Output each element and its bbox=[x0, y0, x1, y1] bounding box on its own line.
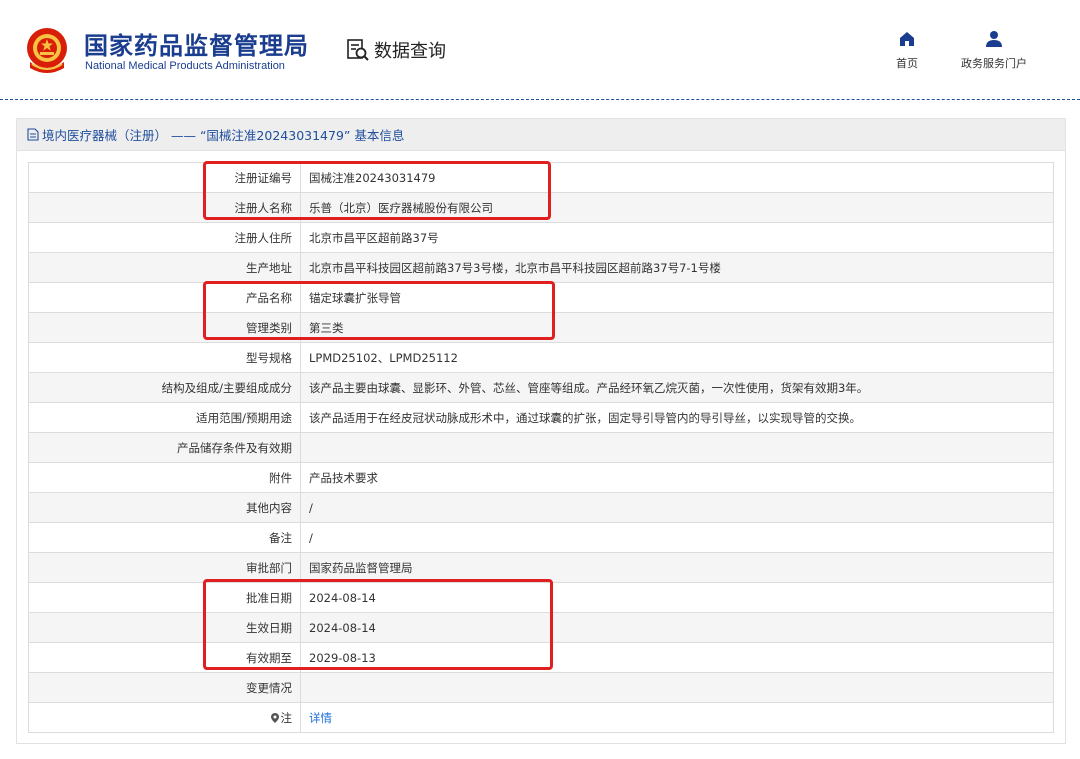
row-key: 产品储存条件及有效期 bbox=[28, 432, 301, 463]
org-name-en: National Medical Products Administration bbox=[85, 60, 285, 72]
row-value: 锚定球囊扩张导管 bbox=[300, 282, 1054, 313]
row-value: LPMD25102、LPMD25112 bbox=[300, 342, 1054, 373]
table-row: 型号规格 LPMD25102、LPMD25112 bbox=[28, 342, 1054, 373]
row-key: 管理类别 bbox=[28, 312, 301, 343]
panel-title-text: 境内医疗器械（注册） —— “国械注准20243031479” 基本信息 bbox=[42, 128, 405, 143]
row-key: 产品名称 bbox=[28, 282, 301, 313]
row-key-note: 注 bbox=[28, 702, 301, 733]
row-key: 审批部门 bbox=[28, 552, 301, 583]
row-value: 2024-08-14 bbox=[300, 582, 1054, 613]
table-row: 变更情况 bbox=[28, 672, 1054, 703]
home-icon bbox=[900, 32, 914, 46]
table-row: 批准日期 2024-08-14 bbox=[28, 582, 1054, 613]
row-key: 附件 bbox=[28, 462, 301, 493]
row-value: 国家药品监督管理局 bbox=[300, 552, 1054, 583]
document-search-icon bbox=[347, 39, 369, 61]
pin-icon bbox=[270, 712, 279, 723]
row-key: 注册人名称 bbox=[28, 192, 301, 223]
table-row: 有效期至 2029-08-13 bbox=[28, 642, 1054, 673]
table-row: 附件 产品技术要求 bbox=[28, 462, 1054, 493]
row-value: 第三类 bbox=[300, 312, 1054, 343]
row-key: 注册证编号 bbox=[28, 162, 301, 193]
row-key: 型号规格 bbox=[28, 342, 301, 373]
row-value: / bbox=[300, 522, 1054, 553]
document-icon bbox=[27, 128, 39, 141]
table-row: 结构及组成/主要组成成分 该产品主要由球囊、显影环、外管、芯丝、管座等组成。产品经… bbox=[28, 372, 1054, 403]
table-row: 生产地址 北京市昌平科技园区超前路37号3号楼，北京市昌平科技园区超前路37号7-… bbox=[28, 252, 1054, 283]
row-key: 适用范围/预期用途 bbox=[28, 402, 301, 433]
table-row: 注册人住所 北京市昌平区超前路37号 bbox=[28, 222, 1054, 253]
nav-gov-label: 政务服务门户 bbox=[961, 57, 1027, 70]
detail-panel: 境内医疗器械（注册） —— “国械注准20243031479” 基本信息 注册证… bbox=[16, 118, 1066, 744]
row-value: 该产品适用于在经皮冠状动脉成形术中，通过球囊的扩张，固定导引导管内的导引导丝，以… bbox=[300, 402, 1054, 433]
row-key-note-label: 注 bbox=[280, 710, 293, 725]
table-row: 注册人名称 乐普（北京）医疗器械股份有限公司 bbox=[28, 192, 1054, 223]
table-row: 备注 / bbox=[28, 522, 1054, 553]
row-key: 生产地址 bbox=[28, 252, 301, 283]
table-row: 生效日期 2024-08-14 bbox=[28, 612, 1054, 643]
user-icon bbox=[986, 31, 1002, 47]
table-row: 产品储存条件及有效期 bbox=[28, 432, 1054, 463]
row-key: 结构及组成/主要组成成分 bbox=[28, 372, 301, 403]
data-query-link[interactable]: 数据查询 bbox=[346, 36, 446, 64]
table-row: 注册证编号 国械注准20243031479 bbox=[28, 162, 1054, 193]
panel-title: 境内医疗器械（注册） —— “国械注准20243031479” 基本信息 bbox=[17, 119, 1065, 151]
nav-home[interactable]: 首页 bbox=[885, 30, 929, 74]
row-value bbox=[300, 672, 1054, 703]
table-row: 注 详情 bbox=[28, 702, 1054, 733]
table-row: 其他内容 / bbox=[28, 492, 1054, 523]
row-key: 批准日期 bbox=[28, 582, 301, 613]
row-key: 变更情况 bbox=[28, 672, 301, 703]
row-value: 北京市昌平区超前路37号 bbox=[300, 222, 1054, 253]
row-value: 2029-08-13 bbox=[300, 642, 1054, 673]
row-key: 备注 bbox=[28, 522, 301, 553]
details-link[interactable]: 详情 bbox=[309, 711, 332, 725]
row-value: / bbox=[300, 492, 1054, 523]
row-key: 有效期至 bbox=[28, 642, 301, 673]
row-value: 产品技术要求 bbox=[300, 462, 1054, 493]
table-row: 适用范围/预期用途 该产品适用于在经皮冠状动脉成形术中，通过球囊的扩张，固定导引导… bbox=[28, 402, 1054, 433]
row-value: 乐普（北京）医疗器械股份有限公司 bbox=[300, 192, 1054, 223]
table-row: 产品名称 锚定球囊扩张导管 bbox=[28, 282, 1054, 313]
row-value: 详情 bbox=[300, 702, 1054, 733]
national-emblem-icon bbox=[27, 28, 67, 73]
nav-home-label: 首页 bbox=[896, 57, 918, 70]
nav-gov-service-portal[interactable]: 政务服务门户 bbox=[950, 30, 1038, 74]
row-value: 北京市昌平科技园区超前路37号3号楼，北京市昌平科技园区超前路37号7-1号楼 bbox=[300, 252, 1054, 283]
table-row: 审批部门 国家药品监督管理局 bbox=[28, 552, 1054, 583]
org-name-cn: 国家药品监督管理局 bbox=[84, 32, 309, 60]
row-key: 生效日期 bbox=[28, 612, 301, 643]
info-table: 注册证编号 国械注准20243031479 注册人名称 乐普（北京）医疗器械股份有限… bbox=[28, 162, 1054, 733]
data-query-label: 数据查询 bbox=[374, 41, 446, 62]
row-key: 其他内容 bbox=[28, 492, 301, 523]
row-key: 注册人住所 bbox=[28, 222, 301, 253]
row-value: 2024-08-14 bbox=[300, 612, 1054, 643]
row-value: 该产品主要由球囊、显影环、外管、芯丝、管座等组成。产品经环氧乙烷灭菌，一次性使用… bbox=[300, 372, 1054, 403]
site-header: 国家药品监督管理局 National Medical Products Admi… bbox=[0, 0, 1080, 100]
row-value bbox=[300, 432, 1054, 463]
row-value: 国械注准20243031479 bbox=[300, 162, 1054, 193]
table-row: 管理类别 第三类 bbox=[28, 312, 1054, 343]
